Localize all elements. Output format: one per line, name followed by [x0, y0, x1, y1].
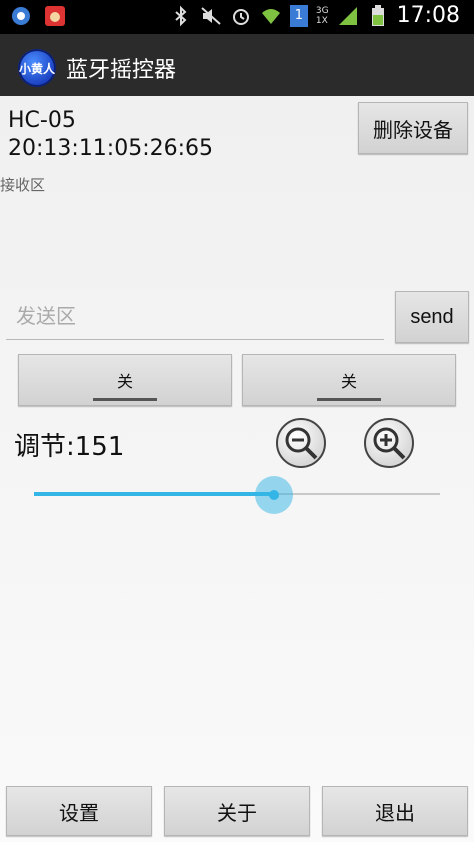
notification-icon — [12, 7, 30, 25]
zoom-in-icon — [373, 427, 406, 460]
network-label: 3G 1X — [315, 5, 329, 26]
slider-fill — [34, 492, 274, 496]
receive-area-label: 接收区 — [0, 176, 46, 194]
exit-button[interactable]: 退出 — [322, 786, 468, 836]
device-address: 20:13:11:05:26:65 — [8, 136, 214, 161]
zoom-in-button[interactable] — [364, 418, 414, 468]
toggle-indicator-2 — [317, 398, 381, 401]
toggle-button-1[interactable]: 关 — [18, 354, 232, 406]
status-time: 17:08 — [396, 3, 460, 28]
app-notification-icon — [45, 6, 65, 26]
sim-icon: 1 — [289, 4, 308, 27]
send-input[interactable] — [6, 292, 384, 340]
battery-icon — [371, 4, 384, 26]
send-button[interactable]: send — [395, 291, 469, 343]
status-bar: 1 3G 1X 17:08 — [0, 0, 474, 34]
zoom-out-button[interactable] — [276, 418, 326, 468]
about-button[interactable]: 关于 — [164, 786, 310, 836]
app-logo-icon[interactable]: 小黄人 — [18, 49, 56, 87]
adjust-slider[interactable] — [34, 476, 440, 514]
device-name: HC-05 — [8, 108, 76, 133]
main-content: HC-05 20:13:11:05:26:65 删除设备 接收区 send 关 … — [0, 96, 474, 842]
mute-icon — [201, 6, 221, 25]
adjust-value-label: 调节:151 — [14, 432, 125, 462]
delete-device-button[interactable]: 删除设备 — [358, 102, 468, 154]
wifi-icon — [261, 8, 280, 24]
app-title: 蓝牙摇控器 — [66, 58, 177, 83]
bluetooth-icon — [175, 5, 187, 26]
slider-thumb[interactable] — [254, 476, 293, 514]
action-bar: 小黄人 蓝牙摇控器 — [0, 34, 474, 98]
toggle-button-2[interactable]: 关 — [242, 354, 456, 406]
zoom-out-icon — [285, 427, 318, 460]
toggle-label-1: 关 — [116, 374, 133, 391]
settings-button[interactable]: 设置 — [6, 786, 152, 836]
alarm-icon — [232, 8, 249, 25]
toggle-indicator-1 — [93, 398, 157, 401]
signal-icon — [338, 6, 357, 25]
toggle-label-2: 关 — [340, 374, 357, 391]
